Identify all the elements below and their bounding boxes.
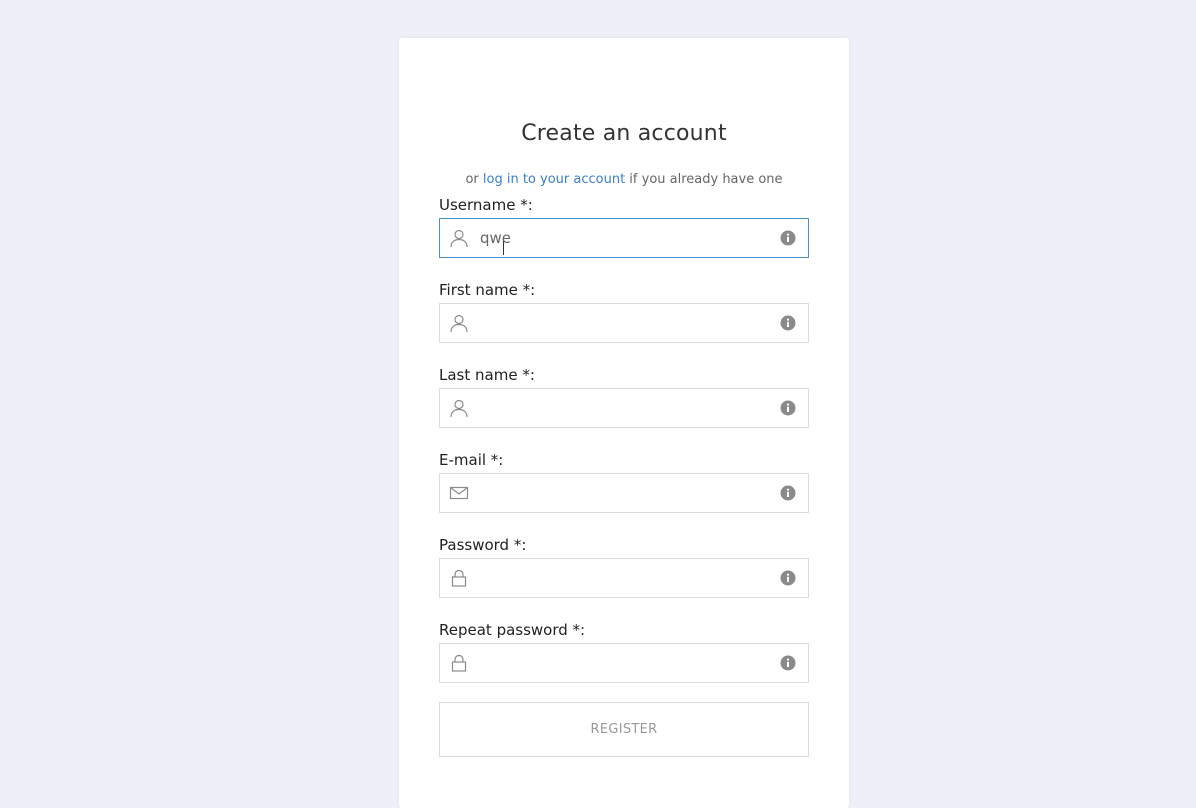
page-title: Create an account bbox=[521, 121, 727, 146]
lock-icon bbox=[451, 654, 467, 672]
repeat-password-input-box[interactable] bbox=[439, 643, 809, 683]
info-icon[interactable] bbox=[780, 230, 796, 246]
info-icon[interactable] bbox=[780, 315, 796, 331]
user-icon bbox=[450, 314, 468, 333]
user-icon bbox=[450, 229, 468, 248]
lock-icon bbox=[451, 569, 467, 587]
password-label: Password *: bbox=[439, 536, 527, 554]
login-prompt: or log in to your account if you already… bbox=[399, 171, 849, 189]
info-icon[interactable] bbox=[780, 485, 796, 501]
last-name-input[interactable] bbox=[480, 389, 770, 427]
email-label: E-mail *: bbox=[439, 451, 504, 469]
repeat-password-label: Repeat password *: bbox=[439, 621, 586, 639]
last-name-label: Last name *: bbox=[439, 366, 535, 384]
info-icon[interactable] bbox=[780, 400, 796, 416]
email-input[interactable] bbox=[480, 474, 770, 512]
repeat-password-input[interactable] bbox=[480, 644, 770, 682]
first-name-input-box[interactable] bbox=[439, 303, 809, 343]
first-name-label: First name *: bbox=[439, 281, 536, 299]
login-prompt-suffix: if you already have one bbox=[625, 172, 783, 187]
username-label: Username *: bbox=[439, 196, 533, 214]
text-cursor bbox=[503, 241, 504, 255]
last-name-input-box[interactable] bbox=[439, 388, 809, 428]
register-button[interactable]: REGISTER bbox=[439, 702, 809, 757]
info-icon[interactable] bbox=[780, 655, 796, 671]
login-prompt-prefix: or bbox=[465, 172, 483, 187]
username-input-box[interactable] bbox=[439, 218, 809, 258]
password-input[interactable] bbox=[480, 559, 770, 597]
envelope-icon bbox=[449, 486, 469, 500]
password-input-box[interactable] bbox=[439, 558, 809, 598]
username-input[interactable] bbox=[480, 219, 770, 257]
user-icon bbox=[450, 399, 468, 418]
first-name-input[interactable] bbox=[480, 304, 770, 342]
login-link[interactable]: log in to your account bbox=[483, 172, 625, 187]
email-input-box[interactable] bbox=[439, 473, 809, 513]
info-icon[interactable] bbox=[780, 570, 796, 586]
